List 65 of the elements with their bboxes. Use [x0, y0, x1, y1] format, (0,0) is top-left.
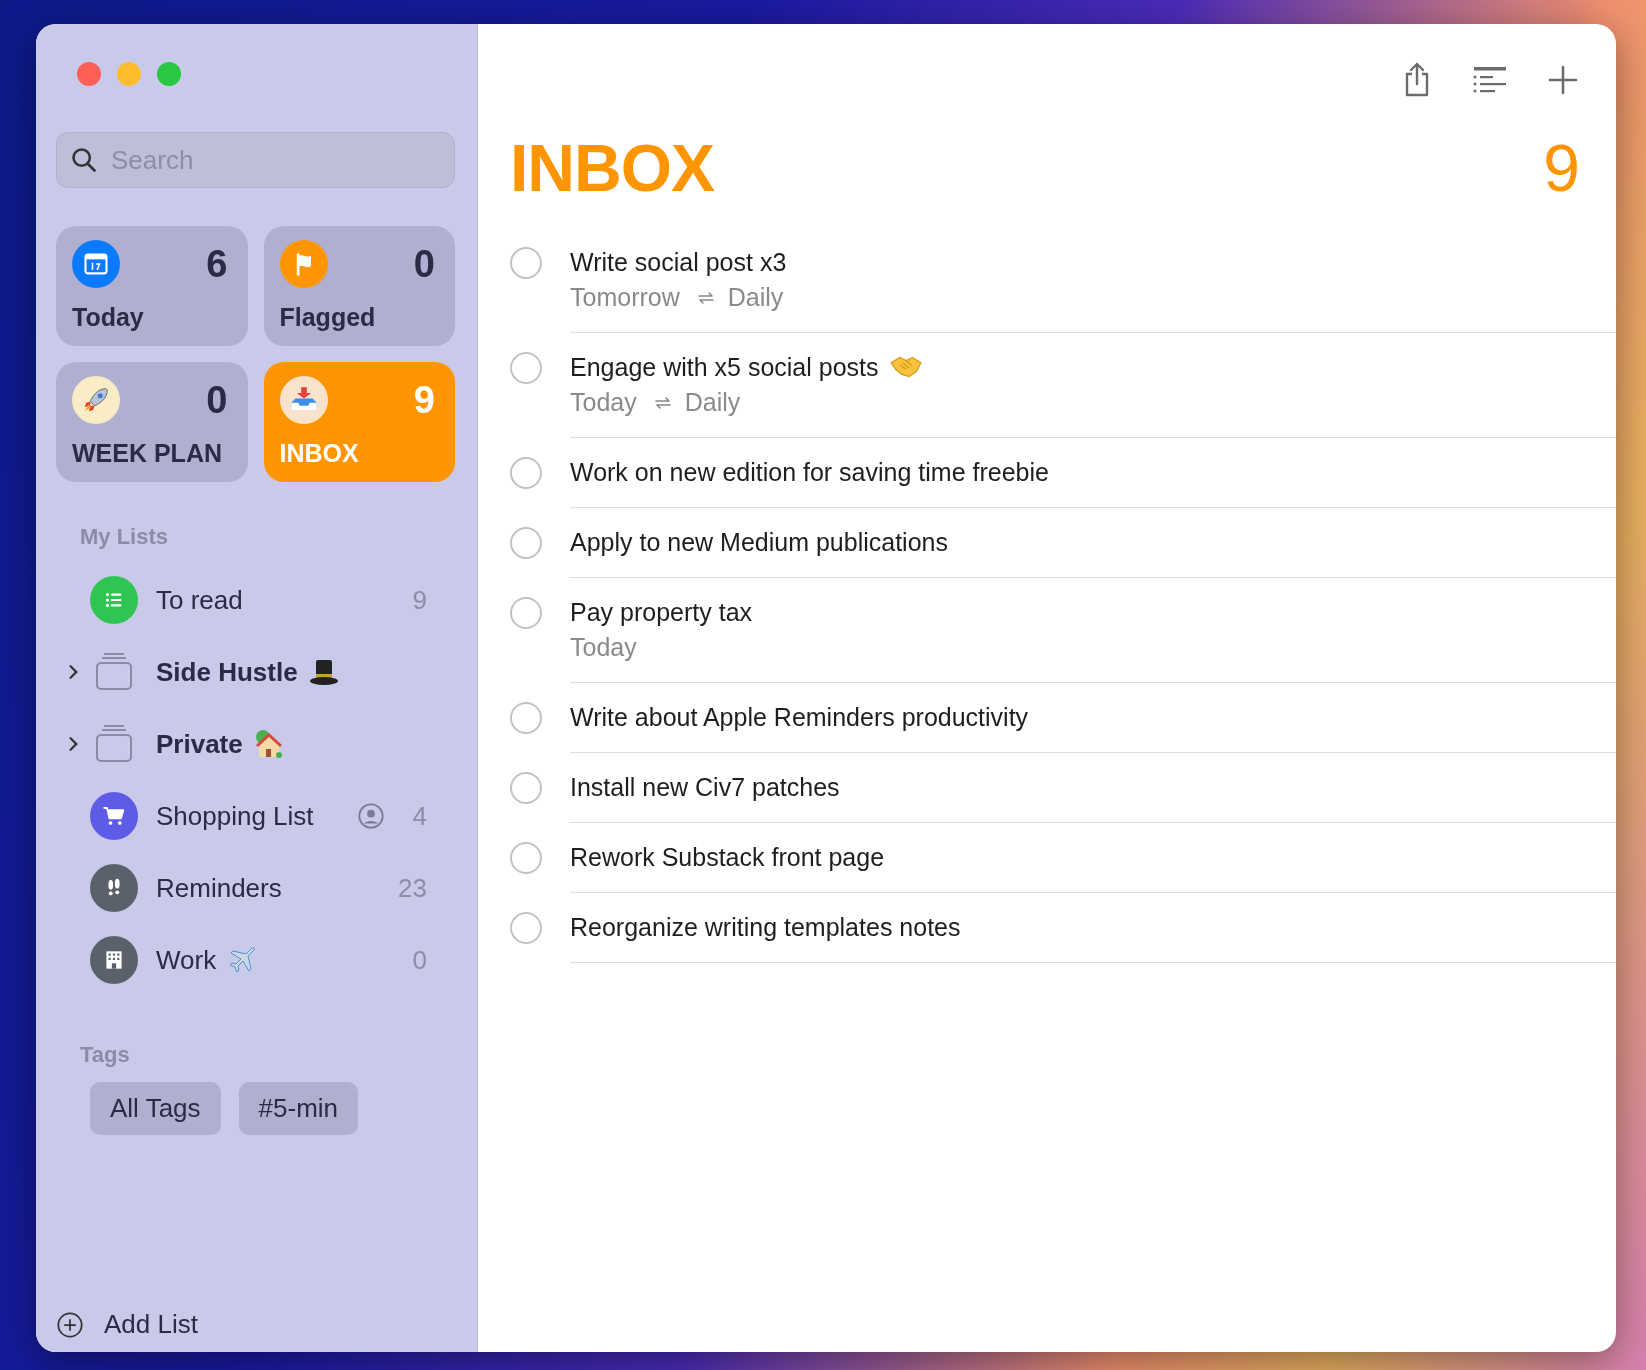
handshake-icon	[888, 354, 923, 380]
task-title: Write social post x3	[570, 247, 787, 277]
task-count: 9	[1543, 130, 1580, 206]
task-checkbox[interactable]	[510, 527, 542, 559]
list-item[interactable]: Reminders 23	[56, 852, 455, 924]
tag-chip[interactable]: All Tags	[90, 1082, 221, 1135]
list-count: 0	[412, 944, 427, 976]
add-list-button[interactable]: Add List	[56, 1309, 198, 1352]
task-checkbox[interactable]	[510, 772, 542, 804]
smart-list-card[interactable]: 0 Flagged	[263, 226, 455, 346]
chevron-icon[interactable]	[68, 664, 80, 680]
repeat-interval: Daily	[727, 283, 784, 312]
task-title: Reorganize writing templates notes	[570, 912, 961, 942]
zoom-button[interactable]	[157, 62, 181, 86]
list-item[interactable]: To read 9	[56, 564, 455, 636]
tag-chip[interactable]: #5-min	[238, 1082, 359, 1135]
repeat-icon	[652, 394, 673, 411]
add-icon[interactable]	[1548, 65, 1578, 95]
task-title: Apply to new Medium publications	[570, 527, 948, 557]
list-name: Shopping List	[156, 800, 314, 832]
task-checkbox[interactable]	[510, 352, 542, 384]
task-checkbox[interactable]	[510, 247, 542, 279]
list-count: 4	[412, 800, 427, 832]
list-options-icon[interactable]	[1472, 65, 1508, 95]
list-count: 9	[412, 584, 427, 616]
add-circle-icon	[56, 1310, 84, 1339]
repeat-icon	[695, 289, 716, 306]
task-checkbox[interactable]	[510, 842, 542, 874]
list-name: Work	[156, 944, 217, 976]
task-title: Rework Substack front page	[570, 842, 885, 872]
list-count: 23	[398, 872, 427, 904]
task-checkbox[interactable]	[510, 912, 542, 944]
list-item[interactable]: Shopping List 4	[56, 780, 455, 852]
repeat-interval: Daily	[684, 388, 741, 417]
task-title: Install new Civ7 patches	[570, 772, 840, 802]
list-name: Private	[156, 728, 243, 760]
task-title: Pay property tax	[570, 597, 753, 627]
list-name: To read	[156, 584, 243, 616]
card-count: 0	[206, 378, 228, 422]
task-title: Write about Apple Reminders productivity	[570, 702, 1029, 732]
card-count: 9	[413, 378, 435, 422]
list-title: INBOX	[510, 130, 715, 206]
smart-list-card[interactable]: 6 Today	[56, 226, 248, 346]
list-name: Side Hustle	[156, 656, 298, 688]
task-checkbox[interactable]	[510, 597, 542, 629]
task-title: Work on new edition for saving time freebie	[570, 457, 1049, 487]
task-checkbox[interactable]	[510, 457, 542, 489]
list-group-item[interactable]: Private	[56, 708, 455, 780]
section-header: Tags	[80, 1042, 131, 1068]
minimize-button[interactable]	[117, 62, 141, 86]
task-checkbox[interactable]	[510, 702, 542, 734]
smart-list-card[interactable]: 0 WEEK PLAN	[56, 362, 248, 482]
search-icon	[70, 146, 98, 174]
due-date: Tomorrow	[570, 283, 680, 312]
section-header: My Lists	[80, 524, 170, 550]
close-button[interactable]	[77, 62, 101, 86]
list-name: Reminders	[156, 872, 282, 904]
card-count: 6	[206, 242, 228, 286]
chevron-icon[interactable]	[68, 736, 80, 752]
list-group-item[interactable]: Side Hustle	[56, 636, 455, 708]
due-date: Today	[570, 633, 637, 662]
list-item[interactable]: Work 0	[56, 924, 455, 996]
card-count: 0	[413, 242, 435, 286]
task-title: Engage with x5 social posts	[570, 352, 879, 382]
due-date: Today	[570, 388, 637, 417]
